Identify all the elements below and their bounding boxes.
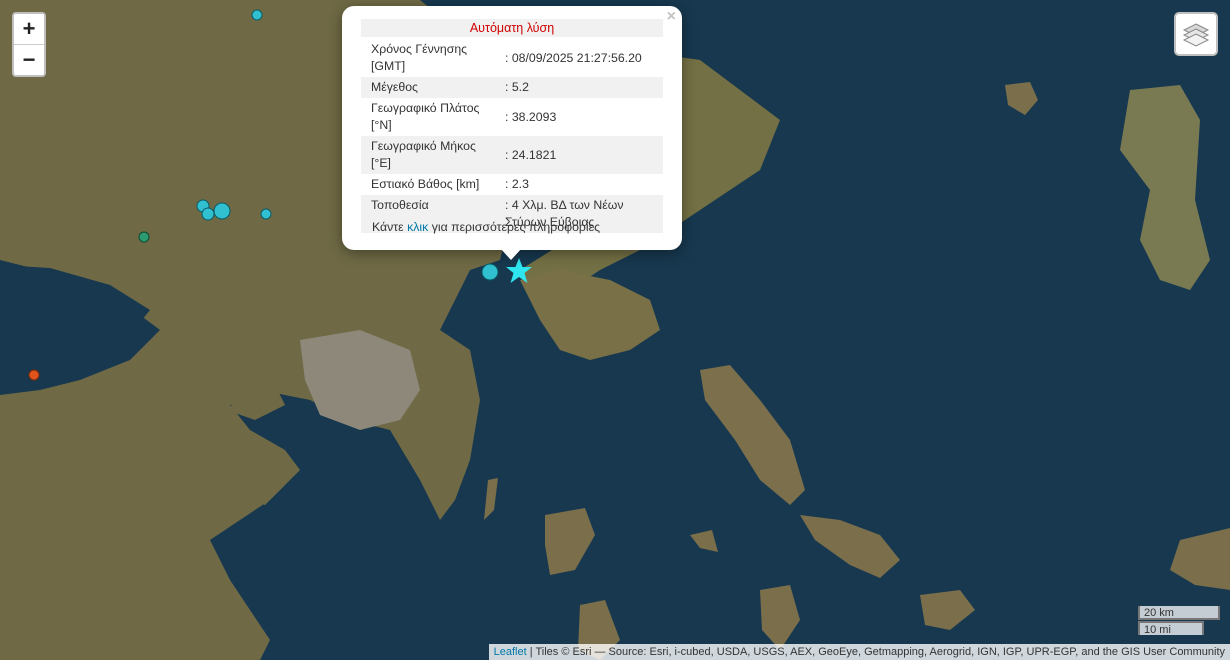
quake-marker-circle[interactable] (481, 263, 499, 281)
layers-icon (1182, 23, 1210, 47)
detail-label: Γεωγραφικό Μήκος [°E] (371, 139, 476, 170)
detail-value: : 2.3 (505, 177, 529, 191)
scale-mi: 10 mi (1138, 621, 1204, 636)
quake-marker-circle[interactable] (138, 231, 150, 243)
scale-km: 20 km (1138, 606, 1220, 620)
leaflet-link[interactable]: Leaflet (494, 646, 527, 658)
zoom-out-button[interactable]: − (14, 45, 44, 75)
quake-marker-circle[interactable] (213, 202, 231, 220)
detail-row-longitude: Γεωγραφικό Μήκος [°E] : 24.1821 (361, 136, 663, 174)
attribution: Leaflet | Tiles © Esri — Source: Esri, i… (488, 644, 1230, 660)
layers-button[interactable] (1174, 12, 1218, 56)
more-info-suffix: για περισσότερες πληροφορίες (431, 220, 601, 234)
more-info-link[interactable]: κλικ (407, 220, 428, 234)
zoom-in-button[interactable]: + (14, 14, 44, 45)
popup-details-table: Χρόνος Γέννησης [GMT] : 08/09/2025 21:27… (361, 39, 663, 233)
detail-label: Μέγεθος (371, 80, 418, 94)
detail-row-origin-time: Χρόνος Γέννησης [GMT] : 08/09/2025 21:27… (361, 39, 663, 77)
quake-marker-circle[interactable] (201, 207, 215, 221)
detail-value: : 08/09/2025 21:27:56.20 (505, 50, 642, 65)
scale-bar: 20 km 10 mi (1138, 606, 1220, 636)
detail-row-latitude: Γεωγραφικό Πλάτος [°N] : 38.2093 (361, 98, 663, 136)
quake-marker-circle[interactable] (251, 9, 263, 21)
quake-marker-circle[interactable] (28, 369, 40, 381)
detail-row-depth: Εστιακό Βάθος [km] : 2.3 (361, 174, 663, 195)
popup-title: Αυτόματη λύση (361, 19, 663, 37)
detail-row-magnitude: Μέγεθος : 5.2 (361, 77, 663, 98)
close-icon[interactable]: × (667, 8, 676, 26)
more-info-prefix: Κάντε (372, 220, 404, 234)
earthquake-popup: × Αυτόματη λύση Χρόνος Γέννησης [GMT] : … (342, 6, 682, 250)
detail-label: Εστιακό Βάθος [km] (371, 177, 480, 191)
quake-marker-circle[interactable] (260, 208, 272, 220)
popup-tip (500, 248, 522, 260)
detail-value: : 24.1821 (505, 147, 557, 162)
zoom-control: + − (12, 12, 46, 77)
detail-value: : 5.2 (505, 80, 529, 94)
detail-label: Γεωγραφικό Πλάτος [°N] (371, 101, 480, 132)
more-info-text: Κάντε κλικ για περισσότερες πληροφορίες (372, 220, 600, 234)
detail-value: : 38.2093 (505, 109, 557, 124)
attribution-text: | Tiles © Esri — Source: Esri, i-cubed, … (529, 646, 1225, 658)
detail-label: Χρόνος Γέννησης [GMT] (371, 42, 468, 73)
